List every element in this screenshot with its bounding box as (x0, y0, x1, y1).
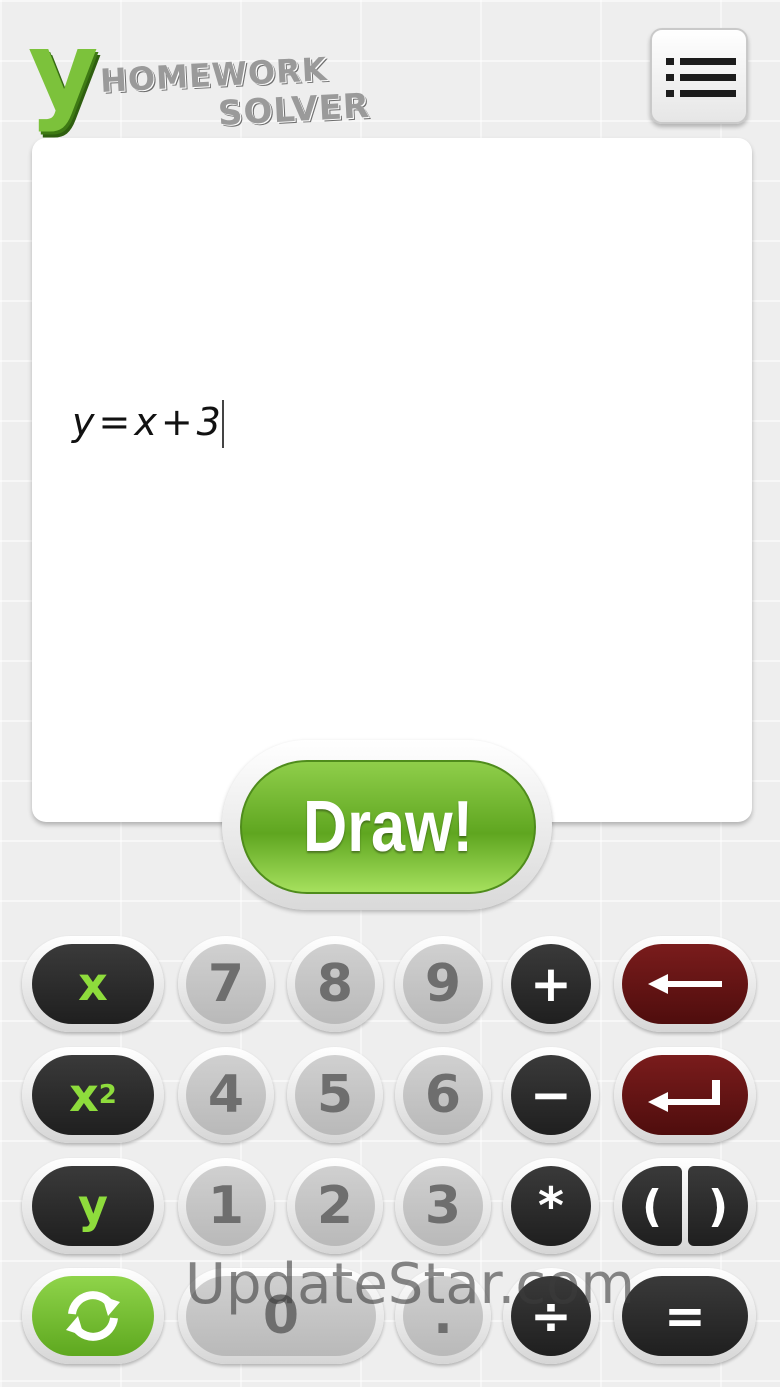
key-minus[interactable]: − (511, 1055, 591, 1135)
key-9[interactable]: 9 (403, 944, 483, 1024)
key-divide[interactable]: ÷ (511, 1276, 591, 1356)
key-y[interactable]: y (32, 1166, 154, 1246)
expression-text: y=x+3 (72, 400, 225, 444)
key-2-label: 2 (316, 1176, 354, 1236)
logo-text-line2: SOLVER (217, 86, 372, 134)
key-8[interactable]: 8 (295, 944, 375, 1024)
key-8-label: 8 (316, 954, 354, 1014)
refresh-button[interactable] (32, 1276, 154, 1356)
enter-button[interactable] (622, 1055, 748, 1135)
backspace-arrow-icon (648, 974, 722, 994)
key-divide-label: ÷ (530, 1287, 572, 1345)
key-multiply-label: * (537, 1177, 565, 1235)
key-open-paren-label: ( (641, 1180, 663, 1232)
key-decimal-label: . (433, 1286, 453, 1346)
key-plus-label: + (530, 955, 572, 1013)
key-1-label: 1 (207, 1176, 245, 1236)
app-logo: y HOMEWORK SOLVER (28, 18, 372, 134)
key-equals-label: = (664, 1287, 706, 1345)
list-icon (666, 58, 736, 97)
key-4-label: 4 (207, 1065, 245, 1125)
key-equals[interactable]: = (622, 1276, 748, 1356)
menu-button[interactable] (650, 28, 748, 124)
key-0[interactable]: 0 (186, 1276, 376, 1356)
key-4[interactable]: 4 (186, 1055, 266, 1135)
key-x-squared-base: x (69, 1068, 99, 1122)
draw-button[interactable]: Draw! (240, 760, 536, 894)
enter-arrow-icon (648, 1080, 720, 1112)
key-5[interactable]: 5 (295, 1055, 375, 1135)
key-y-label: y (78, 1179, 108, 1233)
drawing-canvas[interactable]: y=x+3 (32, 138, 752, 822)
key-0-label: 0 (262, 1286, 300, 1346)
key-3[interactable]: 3 (403, 1166, 483, 1246)
backspace-button[interactable] (622, 944, 748, 1024)
draw-button-label: Draw! (302, 787, 474, 867)
key-multiply[interactable]: * (511, 1166, 591, 1246)
key-x-squared-exponent: 2 (98, 1080, 117, 1110)
key-6-label: 6 (424, 1065, 462, 1125)
key-6[interactable]: 6 (403, 1055, 483, 1135)
key-x[interactable]: x (32, 944, 154, 1024)
key-9-label: 9 (424, 954, 462, 1014)
key-close-paren-label: ) (707, 1180, 729, 1232)
key-2[interactable]: 2 (295, 1166, 375, 1246)
key-minus-label: − (530, 1066, 572, 1124)
logo-letter: y (28, 9, 99, 134)
text-cursor (222, 400, 224, 448)
key-x-label: x (78, 957, 108, 1011)
key-7[interactable]: 7 (186, 944, 266, 1024)
key-1[interactable]: 1 (186, 1166, 266, 1246)
key-7-label: 7 (207, 954, 245, 1014)
key-decimal[interactable]: . (403, 1276, 483, 1356)
refresh-icon (66, 1291, 120, 1341)
key-x-squared[interactable]: x2 (32, 1055, 154, 1135)
key-plus[interactable]: + (511, 944, 591, 1024)
key-5-label: 5 (316, 1065, 354, 1125)
key-3-label: 3 (424, 1176, 462, 1236)
